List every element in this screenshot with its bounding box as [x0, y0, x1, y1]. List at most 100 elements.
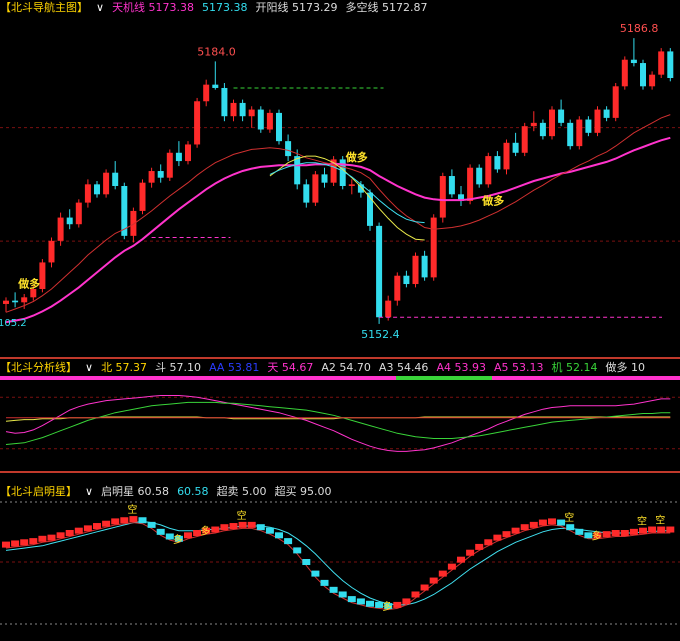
- star-chart: 空多多空多空多空空: [0, 501, 680, 625]
- candle-body: [649, 74, 656, 87]
- candle-body: [239, 102, 246, 117]
- star-legend-item: 【北斗启明星】: [0, 485, 77, 498]
- star-legend-item: 60.58: [177, 485, 209, 498]
- candle-body: [166, 152, 173, 178]
- candle-body: [485, 156, 492, 185]
- analysis-legend: 【北斗分析线】 ∨ 北 57.37 斗 57.10 AA 53.81 天 54.67 A2 …: [0, 360, 680, 376]
- star-block: [366, 600, 374, 607]
- candle-body: [312, 174, 319, 203]
- star-block: [93, 523, 101, 530]
- star-block: [639, 527, 647, 534]
- candle-body: [12, 300, 19, 303]
- star-block: [120, 517, 129, 524]
- star-block: [47, 534, 56, 541]
- candle-body: [549, 109, 555, 137]
- candle-body: [421, 255, 428, 278]
- star-legend-item: ∨: [85, 485, 94, 498]
- candle-body: [640, 63, 646, 87]
- star-block: [220, 524, 229, 531]
- short-signal: 空: [564, 511, 574, 524]
- candle-body: [84, 184, 91, 203]
- series-line: [269, 162, 425, 224]
- candle-body: [139, 182, 146, 211]
- candle-body: [103, 172, 110, 195]
- candle-body: [667, 51, 674, 78]
- series-line: [5, 401, 671, 445]
- series-line: [269, 155, 425, 241]
- candle-body: [576, 119, 583, 147]
- candle-body: [75, 202, 82, 225]
- analysis-legend-item: ∨: [85, 361, 94, 374]
- star-block: [265, 527, 274, 534]
- high-label: 5184.0: [197, 45, 236, 58]
- star-legend-item: 超卖 5.00: [216, 485, 267, 498]
- star-block: [466, 549, 475, 556]
- signal-label: 做多: [481, 193, 504, 207]
- candle-body: [567, 122, 574, 147]
- star-block: [11, 540, 20, 547]
- star-block: [493, 534, 502, 541]
- analysis-legend-item: A2 54.70: [321, 361, 371, 374]
- series-line: [5, 522, 671, 611]
- main-chart: 5184.05186.85152.4105.2做多做多做多: [0, 22, 680, 341]
- candle-body: [439, 176, 446, 218]
- long-signal: 多: [173, 533, 183, 546]
- candle-body: [48, 240, 55, 263]
- candle-body: [412, 255, 419, 285]
- star-block: [575, 528, 584, 535]
- star-block: [338, 591, 347, 598]
- star-block: [129, 516, 138, 523]
- analysis-legend-item: A3 54.46: [378, 361, 429, 374]
- star-block: [102, 520, 111, 527]
- candle-body: [539, 122, 546, 137]
- long-signal: 多: [592, 529, 602, 542]
- candle-body: [385, 300, 392, 318]
- main-legend-item: 天机线 5173.38: [112, 1, 195, 14]
- analysis-legend-item: 北 57.37: [101, 361, 148, 374]
- candle-body: [248, 109, 255, 117]
- star-block: [538, 519, 547, 526]
- candle-body: [94, 184, 100, 195]
- star-block: [657, 526, 666, 533]
- candle-body: [276, 112, 282, 142]
- low-label: 5152.4: [361, 328, 400, 341]
- candle-body: [157, 171, 164, 178]
- series-line: [5, 395, 671, 452]
- star-block: [356, 598, 365, 605]
- candle-body: [57, 217, 64, 241]
- star-block: [247, 521, 256, 528]
- main-legend: 【北斗导航主图】 ∨ 天机线 5173.38 5173.38 开阳线 5173.29 多空…: [0, 0, 680, 16]
- candle-body: [430, 217, 437, 278]
- main-legend-item: ∨: [96, 1, 105, 14]
- star-block: [447, 563, 456, 570]
- analysis-legend-item: A4 53.93: [436, 361, 486, 374]
- candle-body: [112, 172, 119, 186]
- star-block: [138, 517, 147, 524]
- star-block: [293, 547, 302, 554]
- peak-label: 5186.8: [620, 22, 659, 35]
- star-block: [329, 586, 338, 593]
- trend-bar: [492, 376, 680, 380]
- star-block: [275, 532, 283, 539]
- edge-label: 105.2: [0, 318, 27, 329]
- candle-body: [494, 156, 501, 170]
- star-block: [620, 530, 629, 536]
- long-signal: 多: [382, 600, 392, 613]
- star-block: [411, 591, 420, 598]
- star-block: [29, 538, 38, 545]
- candle-body: [212, 84, 219, 88]
- candle-body: [512, 142, 519, 153]
- trend-bar: [0, 376, 396, 380]
- short-signal: 空: [127, 503, 137, 516]
- candle-body: [230, 102, 237, 117]
- candle-body: [21, 297, 28, 303]
- star-block: [284, 538, 293, 545]
- analysis-legend-item: 天 54.67: [267, 361, 314, 374]
- star-block: [38, 535, 47, 542]
- star-block: [475, 543, 484, 550]
- star-legend-item: 启明星 60.58: [101, 485, 170, 498]
- star-block: [402, 598, 411, 605]
- analysis-legend-item: 做多 10: [605, 361, 645, 374]
- candle-body: [558, 109, 565, 123]
- candle-body: [403, 275, 410, 285]
